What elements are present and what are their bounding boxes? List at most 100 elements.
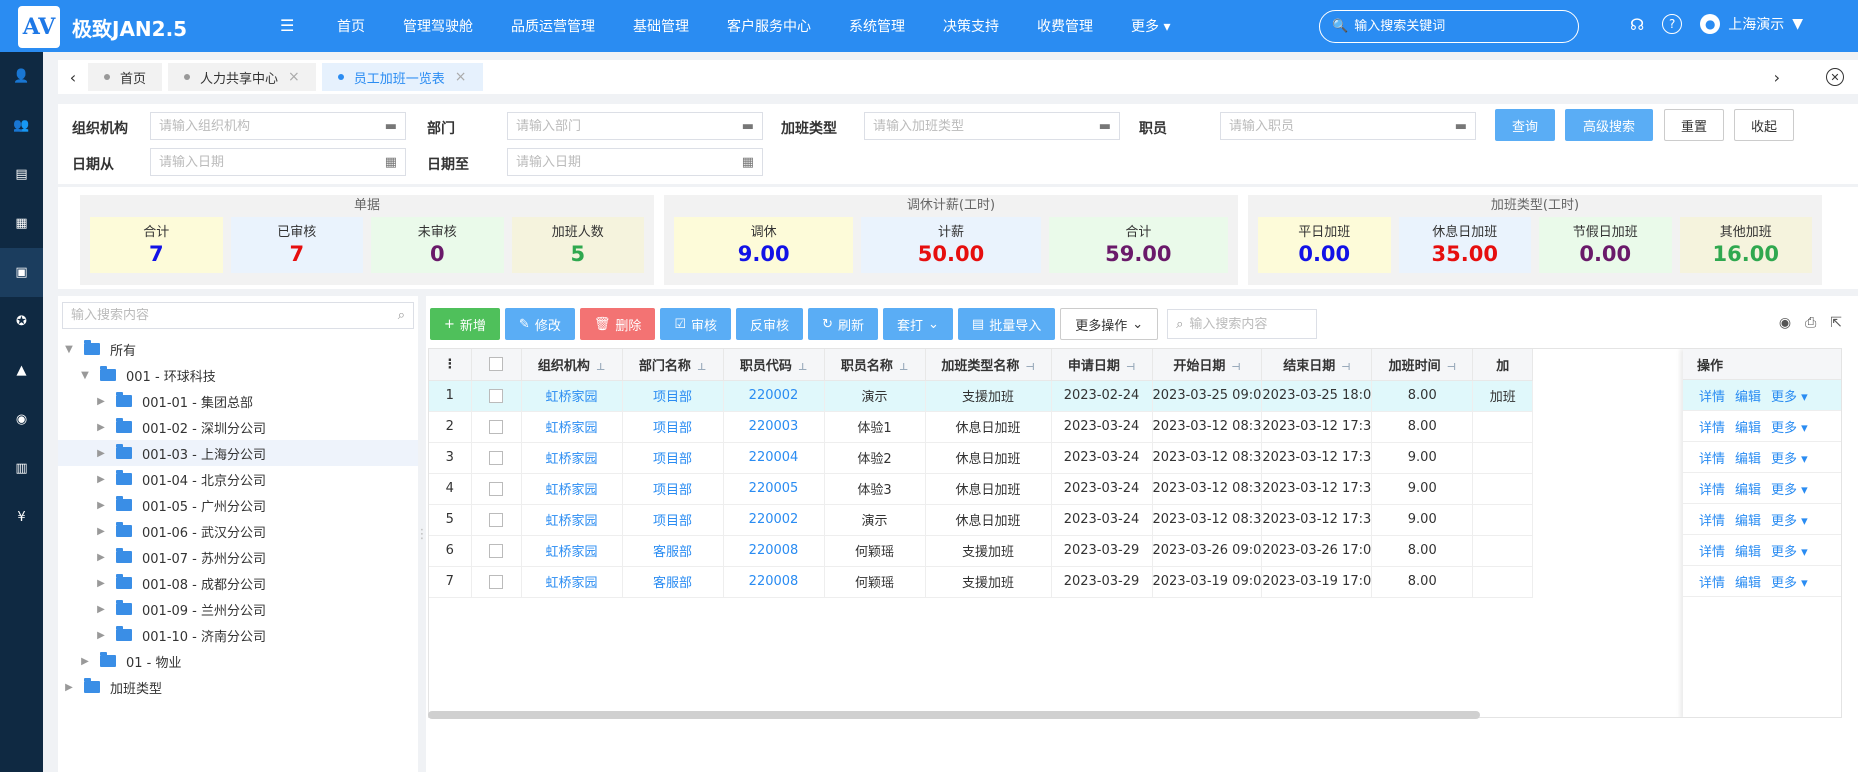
table-search-input[interactable] <box>1189 316 1309 332</box>
cell-org[interactable]: 虹桥家园 <box>521 380 623 412</box>
cell-dept[interactable]: 项目部 <box>622 504 724 536</box>
more-link[interactable]: 更多 ▾ <box>1771 479 1808 498</box>
toolbar-button[interactable]: 更多操作 ⌄ <box>1060 308 1159 340</box>
unpin-icon[interactable]: ⊣ <box>1231 362 1240 373</box>
nav-item-quality[interactable]: 品质运营管理 <box>511 16 595 36</box>
unpin-icon[interactable]: ⊣ <box>1126 362 1135 373</box>
ot-type-field[interactable]: ▬ <box>864 112 1120 140</box>
row-checkbox-cell[interactable] <box>471 535 522 567</box>
column-header[interactable]: 结束日期 ⊣ <box>1261 349 1373 381</box>
row-checkbox-cell[interactable] <box>471 566 522 598</box>
column-header[interactable]: 申请日期 ⊣ <box>1051 349 1153 381</box>
toolbar-button[interactable]: ↻ 刷新 <box>808 308 878 340</box>
global-search[interactable]: 🔍 <box>1319 10 1579 43</box>
select-all-checkbox[interactable] <box>471 349 522 381</box>
reset-button[interactable]: 重置 <box>1664 109 1724 141</box>
pin-icon[interactable]: ⊥ <box>798 362 807 373</box>
tree-node[interactable]: ▶ 01 - 物业 <box>58 648 418 674</box>
caret-right-icon[interactable]: ▶ <box>94 552 108 563</box>
caret-down-icon[interactable]: ▼ <box>62 344 76 355</box>
money-bag-icon[interactable]: ¥ <box>0 493 43 542</box>
ot-type-input[interactable] <box>873 118 1099 134</box>
cell-dept[interactable]: 项目部 <box>622 442 724 474</box>
caret-right-icon[interactable]: ▶ <box>94 396 108 407</box>
date-to-input[interactable] <box>516 154 742 170</box>
checkbox[interactable] <box>489 450 503 465</box>
unpin-icon[interactable]: ⊣ <box>1447 362 1456 373</box>
stat-card[interactable]: 休息日加班 35.00 <box>1398 217 1531 273</box>
column-header[interactable]: 开始日期 ⊣ <box>1152 349 1263 381</box>
table-row[interactable]: 2 虹桥家园 项目部 220003 体验1 休息日加班 2023-03-24 2023-03-… <box>429 411 1534 443</box>
caret-down-icon[interactable]: ▼ <box>78 370 92 381</box>
help-icon[interactable]: ? <box>1662 14 1683 34</box>
caret-right-icon[interactable]: ▶ <box>94 474 108 485</box>
column-header[interactable]: 职员名称 ⊥ <box>824 349 926 381</box>
nav-item-billing[interactable]: 收费管理 <box>1037 16 1093 36</box>
detail-link[interactable]: 详情 <box>1699 541 1725 560</box>
more-link[interactable]: 更多 ▾ <box>1771 510 1808 529</box>
edit-link[interactable]: 编辑 <box>1735 417 1761 436</box>
column-header[interactable]: 加班时间 ⊣ <box>1371 349 1474 381</box>
cell-dept[interactable]: 客服部 <box>622 566 724 598</box>
collapse-button[interactable]: 收起 <box>1734 109 1794 141</box>
edit-link[interactable]: 编辑 <box>1735 386 1761 405</box>
stat-card[interactable]: 合计 59.00 <box>1048 217 1228 273</box>
headset-icon[interactable]: ☊ <box>1630 15 1644 34</box>
row-checkbox-cell[interactable] <box>471 473 522 505</box>
table-row[interactable]: 5 虹桥家园 项目部 220002 演示 休息日加班 2023-03-24 2023-03-1… <box>429 504 1534 536</box>
tree-node[interactable]: ▶ 001-02 - 深圳分公司 <box>58 414 418 440</box>
nav-item-basic[interactable]: 基础管理 <box>633 16 689 36</box>
tab-home[interactable]: 首页 <box>88 63 163 91</box>
tab-overtime-list[interactable]: 员工加班一览表 × <box>321 63 483 91</box>
calendar-icon[interactable]: ▣ <box>0 248 43 297</box>
caret-right-icon[interactable]: ▶ <box>94 448 108 459</box>
user-menu[interactable]: ● 上海演示 ▼ <box>1700 14 1803 34</box>
edit-link[interactable]: 编辑 <box>1735 541 1761 560</box>
tab-scroll-left-icon[interactable]: ‹ <box>58 68 88 87</box>
column-settings-icon[interactable]: ⋮ <box>429 349 472 381</box>
stat-card[interactable]: 已审核 7 <box>230 217 363 273</box>
cell-org[interactable]: 虹桥家园 <box>521 504 623 536</box>
tree-node[interactable]: ▶ 加班类型 <box>58 674 418 700</box>
close-icon[interactable]: × <box>455 69 467 85</box>
nav-item-customer[interactable]: 客户服务中心 <box>727 16 811 36</box>
employee-input[interactable] <box>1229 118 1455 134</box>
table-search[interactable]: ⌕ <box>1167 309 1318 339</box>
toolbar-button[interactable]: ✎ 修改 <box>504 308 575 340</box>
caret-right-icon[interactable]: ▶ <box>94 578 108 589</box>
advanced-search-button[interactable]: 高级搜索 <box>1565 109 1653 141</box>
tree-node[interactable]: ▶ 001-09 - 兰州分公司 <box>58 596 418 622</box>
table-row[interactable]: 4 虹桥家园 项目部 220005 体验3 休息日加班 2023-03-24 2023-03-… <box>429 473 1534 505</box>
stat-card[interactable]: 调休 9.00 <box>674 217 854 273</box>
cell-code[interactable]: 220002 <box>723 504 825 536</box>
employee-field[interactable]: ▬ <box>1220 112 1476 140</box>
stat-card[interactable]: 未审核 0 <box>371 217 504 273</box>
checkbox[interactable] <box>489 543 503 558</box>
edit-link[interactable]: 编辑 <box>1735 510 1761 529</box>
stat-card[interactable]: 节假日加班 0.00 <box>1539 217 1672 273</box>
nav-item-decision[interactable]: 决策支持 <box>943 16 999 36</box>
cell-org[interactable]: 虹桥家园 <box>521 442 623 474</box>
detail-link[interactable]: 详情 <box>1699 448 1725 467</box>
cell-org[interactable]: 虹桥家园 <box>521 535 623 567</box>
column-header[interactable]: 职员代码 ⊥ <box>723 349 825 381</box>
export-icon[interactable]: ⇱ <box>1830 315 1842 331</box>
checkbox[interactable] <box>489 574 503 589</box>
tree-search[interactable]: ⌕ <box>62 302 414 329</box>
more-link[interactable]: 更多 ▾ <box>1771 448 1808 467</box>
checkbox[interactable] <box>489 357 503 372</box>
cell-code[interactable]: 220008 <box>723 535 825 567</box>
cell-org[interactable]: 虹桥家园 <box>521 411 623 443</box>
table-row[interactable]: 6 虹桥家园 客服部 220008 何颖瑶 支援加班 2023-03-29 2023-03-2… <box>429 535 1534 567</box>
tree-node[interactable]: ▼ 所有 <box>58 336 418 362</box>
cell-code[interactable]: 220002 <box>723 380 825 412</box>
caret-right-icon[interactable]: ▶ <box>94 500 108 511</box>
detail-link[interactable]: 详情 <box>1699 510 1725 529</box>
tree-node[interactable]: ▶ 001-08 - 成都分公司 <box>58 570 418 596</box>
calendar-icon[interactable]: ▦ <box>742 155 754 170</box>
date-to-field[interactable]: ▦ <box>507 148 763 176</box>
dept-field[interactable]: ▬ <box>507 112 763 140</box>
caret-right-icon[interactable]: ▶ <box>78 656 92 667</box>
toolbar-button[interactable]: 反审核 <box>736 308 804 340</box>
caret-right-icon[interactable]: ▶ <box>94 604 108 615</box>
